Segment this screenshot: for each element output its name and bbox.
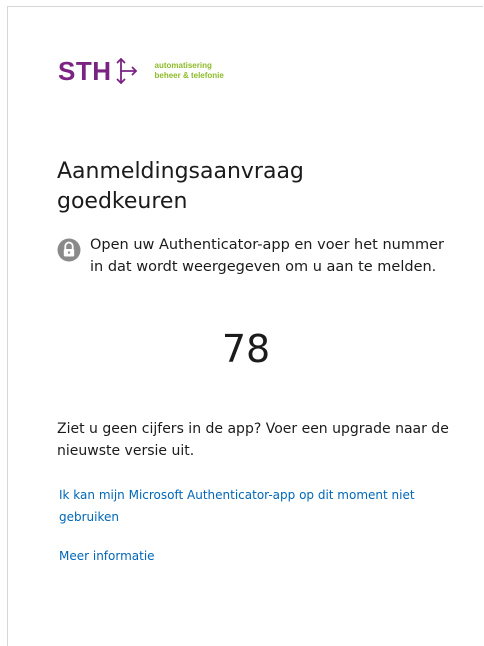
verification-number: 78 (221, 327, 271, 371)
lock-icon (57, 238, 81, 262)
logo-tagline-line2: beheer & telefonie (154, 71, 224, 80)
page-title: Aanmeldingsaanvraag goedkeuren (57, 159, 304, 214)
signin-card: STH automatisering beheer & telefonie Aa… (7, 6, 483, 646)
logo-mark: STH (58, 56, 112, 86)
upgrade-hint: Ziet u geen cijfers in de app? Voer een … (57, 421, 449, 459)
instruction-text: Open uw Authenticator-app en voer het nu… (90, 237, 444, 275)
instruction: Open uw Authenticator-app en voer het nu… (57, 234, 457, 278)
more-info-link[interactable]: Meer informatie (59, 545, 459, 567)
logo-tagline: automatisering beheer & telefonie (155, 61, 224, 81)
logo-arrows-icon (116, 58, 137, 84)
cannot-use-authenticator-link[interactable]: Ik kan mijn Microsoft Authenticator-app … (59, 484, 459, 528)
logo-tagline-line1: automatisering (154, 61, 212, 70)
company-logo: STH automatisering beheer & telefonie (58, 56, 224, 86)
